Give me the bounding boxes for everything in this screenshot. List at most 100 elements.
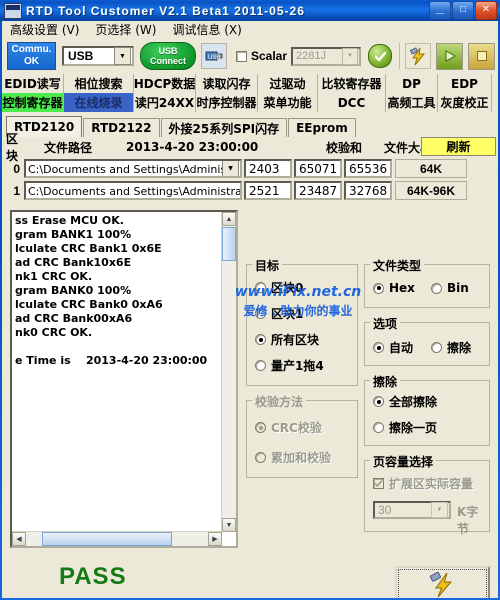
erase-group-caption: 擦除	[370, 373, 401, 390]
radio-label: 区块0	[271, 281, 304, 295]
chevron-down-icon[interactable]: ▼	[342, 47, 359, 65]
fn-timing-controller[interactable]: 时序控制器	[196, 93, 258, 112]
radio-target-block1[interactable]: 区块1	[255, 305, 303, 322]
target-group: 目标 区块0 区块1 所有区块 量产1拖4	[246, 257, 358, 386]
window-title: RTD Tool Customer V2.1 Beta1 2011-05-26	[26, 3, 305, 18]
horizontal-scroll-thumb[interactable]	[42, 532, 172, 546]
page-capacity-value: 30	[378, 503, 392, 517]
erase-group: 擦除 全部擦除 擦除一页	[364, 373, 490, 446]
fn-online-burn[interactable]: 在线烧录	[64, 93, 134, 112]
radio-erase-one-page[interactable]: 擦除一页	[373, 419, 437, 436]
radio-label: 擦除一页	[389, 421, 438, 435]
verify-method-group: 校验方法 CRC校验 累加和校验	[246, 393, 358, 478]
scroll-left-arrow-icon[interactable]: ◀	[12, 532, 26, 546]
vertical-scroll-thumb[interactable]	[222, 227, 236, 261]
file-path-value-0: C:\Documents and Settings\Administrator\…	[28, 162, 222, 176]
file-path-input-0[interactable]: C:\Documents and Settings\Administrator\…	[24, 159, 242, 178]
usb-connect-button[interactable]: USB Connect	[140, 42, 196, 70]
commu-status-line2: OK	[24, 56, 39, 67]
scroll-right-arrow-icon[interactable]: ▶	[208, 532, 222, 546]
connection-type-select[interactable]: USB ▼	[62, 46, 134, 66]
row-index: 0	[13, 161, 20, 176]
radio-verify-checksum: 累加和校验	[255, 449, 331, 466]
file-path-input-1[interactable]: C:\Documents and Settings\Administrator\…	[24, 181, 242, 200]
function-button-row-1: EDID读写 相位搜索 HDCP数据 读取闪存 过驱动 比较寄存器 DP EDP	[2, 74, 498, 93]
fn-read-flash[interactable]: 读取闪存	[196, 74, 258, 93]
toolbar: Commu. OK USB ▼ USB Connect USB Scalar 2…	[2, 38, 498, 75]
fn-menu-function[interactable]: 菜单功能	[258, 93, 318, 112]
usb-plug-icon[interactable]: USB	[201, 43, 227, 69]
radio-option-erase[interactable]: 擦除	[431, 339, 471, 356]
log-horizontal-scrollbar[interactable]: ◀ ▶	[12, 531, 222, 546]
scalar-model-select[interactable]: 2281J ▼	[291, 46, 362, 66]
size-value-1: 32768	[344, 181, 392, 200]
table-row: 0 C:\Documents and Settings\Administrato…	[6, 158, 496, 179]
close-icon: ✕	[481, 4, 491, 15]
log-output-pane[interactable]: ss Erase MCU OK. gram BANK1 100% lculate…	[10, 210, 238, 548]
row-index: 1	[13, 183, 20, 198]
radio-indicator	[255, 360, 266, 371]
radio-file-type-hex[interactable]: Hex	[373, 281, 415, 295]
menu-item-advanced-settings[interactable]: 高级设置 (V)	[2, 20, 87, 39]
chevron-down-icon[interactable]: ▼	[222, 161, 239, 176]
radio-target-block0[interactable]: 区块0	[255, 279, 303, 296]
scroll-up-arrow-icon[interactable]: ▲	[222, 212, 236, 226]
communication-status-badge: Commu. OK	[7, 42, 56, 70]
target-group-caption: 目标	[252, 257, 283, 274]
scalar-label: Scalar	[251, 49, 288, 63]
page-capacity-group-caption: 页容量选择	[370, 453, 437, 470]
check-mark-icon	[374, 479, 383, 488]
minimize-button[interactable]: _	[429, 1, 451, 20]
confirm-check-button[interactable]	[368, 44, 393, 68]
capacity-value-0: 64K	[395, 159, 467, 178]
tab-rtd2122[interactable]: RTD2122	[83, 118, 160, 137]
refresh-button[interactable]: 刷新	[421, 137, 496, 156]
radio-label: 区块1	[271, 307, 304, 321]
radio-indicator	[431, 342, 442, 353]
radio-label: 所有区块	[271, 333, 320, 347]
page-capacity-group: 页容量选择 扩展区实际容量 30 ▼ K字节	[364, 453, 490, 536]
fn-control-register[interactable]: 控制寄存器	[2, 93, 64, 112]
radio-target-all-blocks[interactable]: 所有区块	[255, 331, 319, 348]
fn-hf-tools[interactable]: 高频工具	[386, 93, 438, 112]
menu-item-debug-info[interactable]: 调试信息 (X)	[164, 20, 249, 39]
stop-button[interactable]	[468, 42, 496, 70]
radio-target-mass-1to4[interactable]: 量产1拖4	[255, 357, 324, 374]
fn-dcc[interactable]: DCC	[318, 93, 386, 112]
header-checksum: 校验和	[326, 140, 363, 155]
fn-gamma-correction[interactable]: 灰度校正	[438, 93, 492, 112]
program-flash-button[interactable]	[405, 43, 432, 69]
fn-phase-search[interactable]: 相位搜索	[64, 74, 134, 93]
radio-file-type-bin[interactable]: Bin	[431, 281, 469, 295]
close-button[interactable]: ✕	[475, 1, 497, 20]
menu-item-page-select[interactable]: 页选择 (W)	[87, 20, 164, 39]
commu-status-line1: Commu.	[11, 44, 52, 55]
radio-indicator	[373, 422, 384, 433]
chevron-down-icon: ▼	[431, 502, 448, 518]
fn-overdrive[interactable]: 过驱动	[258, 74, 318, 93]
fn-dp[interactable]: DP	[386, 74, 438, 93]
fn-read-write-24xx[interactable]: 读円24XX	[134, 93, 196, 112]
fn-edp[interactable]: EDP	[438, 74, 492, 93]
client-area: Commu. OK USB ▼ USB Connect USB Scalar 2…	[2, 38, 498, 598]
fn-hdcp-data[interactable]: HDCP数据	[134, 74, 196, 93]
log-vertical-scrollbar[interactable]: ▲ ▼	[221, 212, 236, 532]
fn-compare-register[interactable]: 比较寄存器	[318, 74, 386, 93]
start-button[interactable]	[436, 42, 464, 70]
radio-erase-all[interactable]: 全部擦除	[373, 393, 437, 410]
radio-label: CRC校验	[271, 421, 322, 435]
checkbox-extended-real-capacity: 扩展区实际容量	[373, 475, 473, 492]
radio-option-auto[interactable]: 自动	[373, 339, 413, 356]
options-group: 选项 自动 擦除	[364, 315, 490, 366]
tab-external-spi-flash[interactable]: 外接25系列SPI闪存	[160, 118, 288, 137]
file-type-group: 文件类型 Hex Bin	[364, 257, 490, 308]
tab-eeprom[interactable]: EEprom	[288, 118, 356, 137]
chevron-down-icon[interactable]: ▼	[114, 47, 131, 65]
program-run-button[interactable]	[395, 566, 490, 598]
checksum-value-0: 2403	[244, 159, 292, 178]
scalar-checkbox[interactable]	[236, 50, 247, 62]
table-row: 1 C:\Documents and Settings\Administrato…	[6, 180, 496, 201]
scroll-down-arrow-icon[interactable]: ▼	[222, 518, 236, 532]
maximize-button[interactable]: □	[452, 1, 474, 20]
fn-edid-read-write[interactable]: EDID读写	[2, 74, 64, 93]
